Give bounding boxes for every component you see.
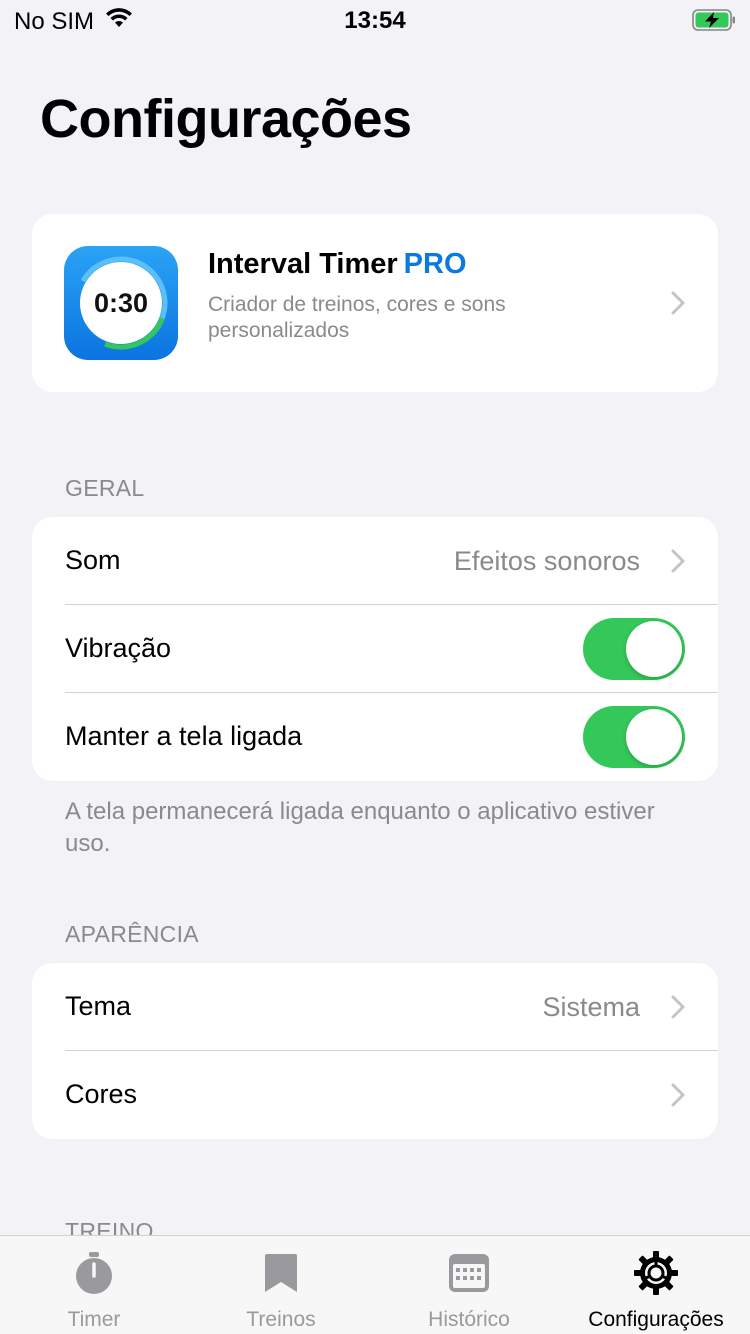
tab-bar: Timer Treinos Histórico Configurações	[0, 1235, 750, 1334]
tab-label: Timer	[67, 1308, 121, 1331]
status-time: 13:54	[344, 7, 406, 34]
theme-row[interactable]: Tema Sistema	[32, 963, 718, 1051]
app-icon-time: 0:30	[94, 288, 148, 318]
tab-label: Configurações	[588, 1308, 724, 1331]
vibration-row: Vibração	[32, 605, 718, 693]
theme-value: Sistema	[542, 992, 640, 1022]
keep-screen-on-toggle[interactable]	[583, 706, 685, 768]
theme-label: Tema	[65, 991, 132, 1021]
chevron-right-icon	[671, 549, 685, 573]
gear-icon	[633, 1250, 679, 1296]
section-header-appearance: APARÊNCIA	[65, 921, 199, 947]
pro-upgrade-card[interactable]: 0:30 Interval Timer PRO Criador de treino…	[32, 214, 718, 392]
tab-label: Treinos	[246, 1308, 316, 1331]
sound-value: Efeitos sonoros	[453, 546, 640, 576]
calendar-icon	[446, 1250, 492, 1296]
page-title: Configurações	[40, 89, 412, 149]
pro-app-name: Interval Timer	[208, 248, 398, 280]
chevron-right-icon	[671, 291, 685, 315]
toggle-knob	[626, 709, 682, 765]
appearance-settings-group: Tema Sistema Cores	[32, 963, 718, 1139]
keep-screen-footnote: A tela permanecerá ligada enquanto o apl…	[65, 798, 655, 857]
vibration-toggle[interactable]	[583, 618, 685, 680]
status-bar: No SIM 13:54	[0, 0, 750, 40]
tab-history[interactable]: Histórico	[375, 1236, 563, 1334]
chevron-right-icon	[671, 1083, 685, 1107]
toggle-knob	[626, 621, 682, 677]
tab-settings[interactable]: Configurações	[562, 1236, 750, 1334]
sound-label: Som	[65, 545, 121, 575]
colors-label: Cores	[65, 1079, 138, 1109]
battery-charging-icon	[692, 9, 736, 31]
keep-screen-on-row: Manter a tela ligada	[32, 693, 718, 781]
tab-label: Histórico	[428, 1308, 510, 1331]
stopwatch-icon	[71, 1250, 117, 1296]
pro-badge: PRO	[403, 248, 467, 280]
app-icon: 0:30	[64, 246, 178, 360]
sound-row[interactable]: Som Efeitos sonoros	[32, 517, 718, 605]
colors-row[interactable]: Cores	[32, 1051, 718, 1139]
keep-screen-on-label: Manter a tela ligada	[65, 721, 303, 751]
vibration-label: Vibração	[65, 633, 172, 663]
pro-title: Interval Timer PRO	[208, 248, 467, 281]
general-settings-group: Som Efeitos sonoros Vibração Manter a te…	[32, 517, 718, 781]
section-header-general: GERAL	[65, 475, 145, 501]
tab-timer[interactable]: Timer	[0, 1236, 188, 1334]
chevron-right-icon	[671, 995, 685, 1019]
pro-subtitle: Criador de treinos, cores e sons persona…	[208, 293, 506, 342]
bookmark-icon	[258, 1250, 304, 1296]
tab-workouts[interactable]: Treinos	[187, 1236, 375, 1334]
